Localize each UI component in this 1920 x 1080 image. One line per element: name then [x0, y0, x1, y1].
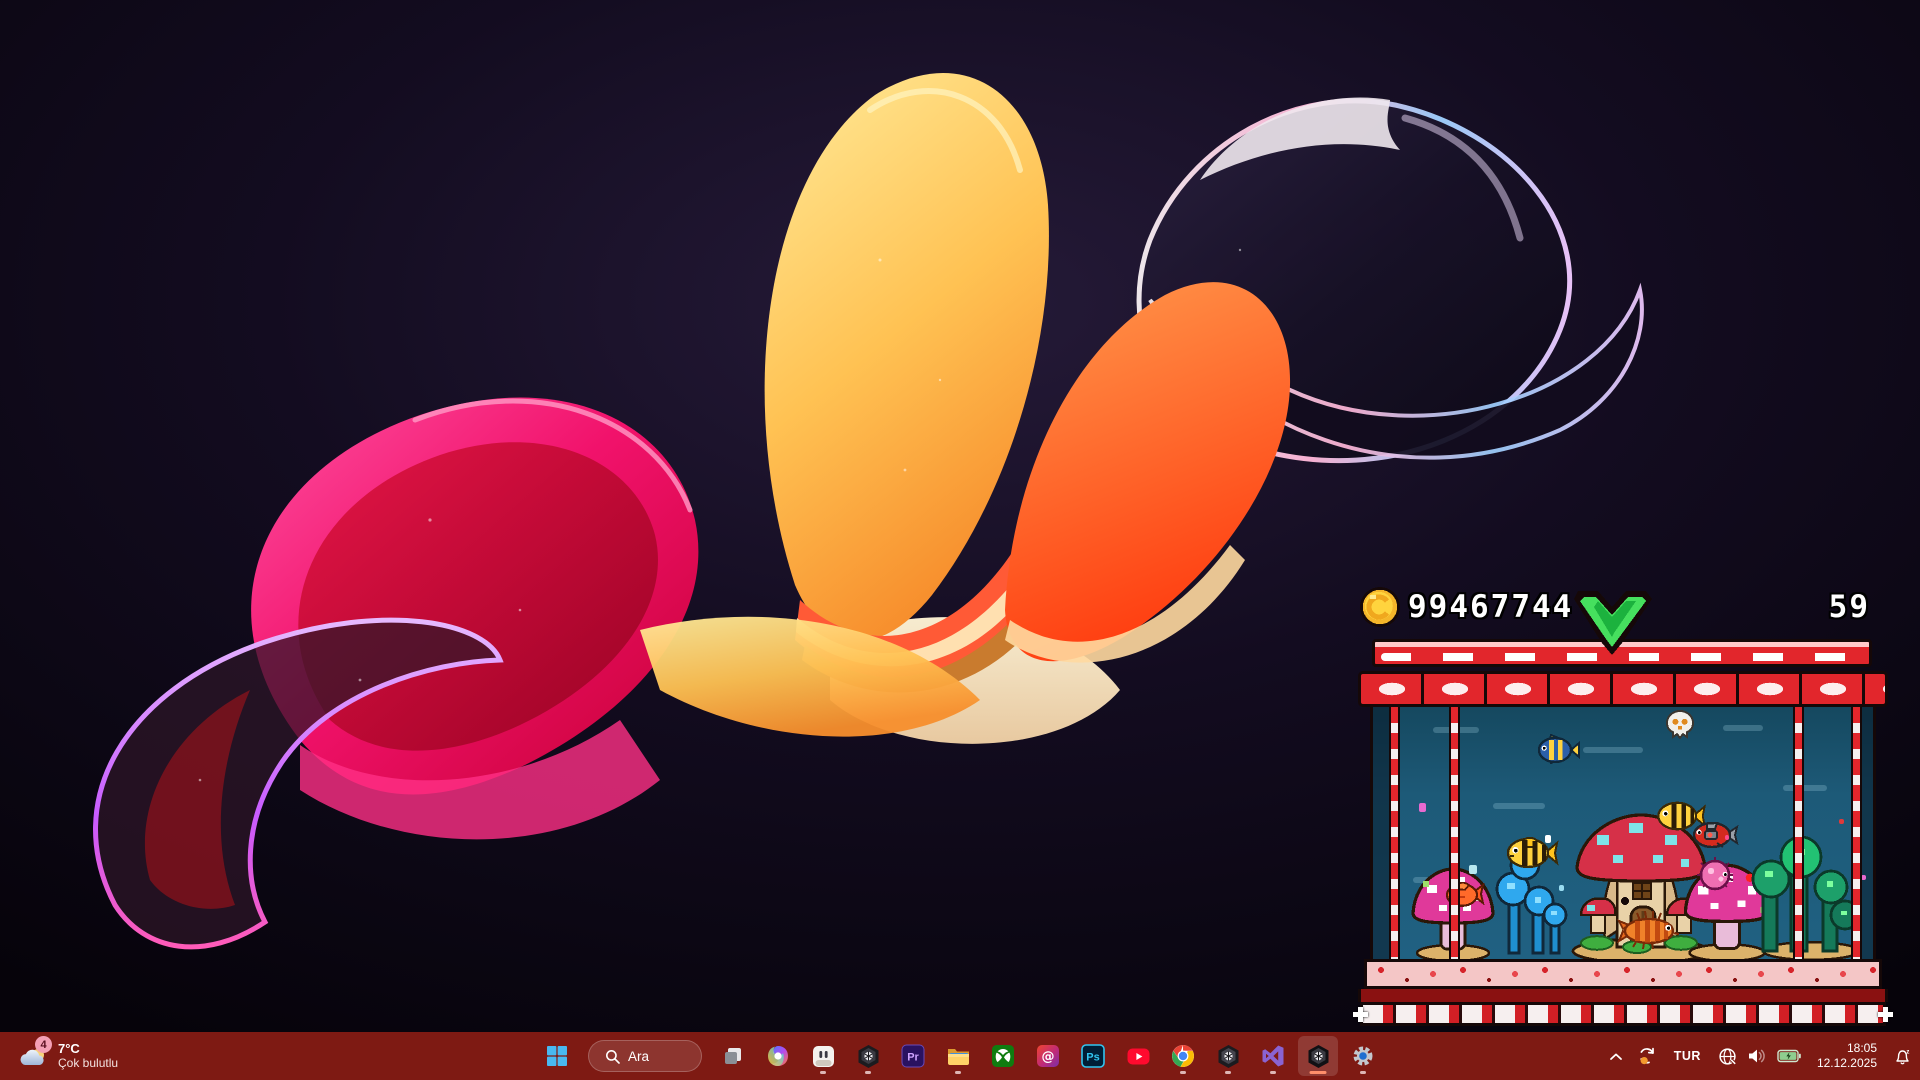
task-view-icon	[722, 1045, 744, 1067]
update-pending-button[interactable]	[1631, 1036, 1663, 1076]
unity-icon	[1216, 1044, 1241, 1069]
particle	[1469, 865, 1477, 874]
unity-editor-icon	[1306, 1044, 1331, 1069]
copilot-button[interactable]	[758, 1036, 798, 1076]
water-streak	[1723, 725, 1763, 731]
unity-editor-button[interactable]	[1298, 1036, 1338, 1076]
file-explorer-button[interactable]	[938, 1036, 978, 1076]
xbox-icon	[991, 1044, 1015, 1068]
tray-time: 18:05	[1817, 1041, 1877, 1056]
search-icon	[605, 1049, 620, 1064]
youtube-button[interactable]	[1118, 1036, 1158, 1076]
settings-button[interactable]	[1343, 1036, 1383, 1076]
tank-post	[1793, 707, 1804, 959]
particle	[1839, 819, 1844, 824]
chrome-button[interactable]	[1163, 1036, 1203, 1076]
angelfish	[1533, 731, 1581, 769]
folder-icon	[946, 1044, 971, 1069]
svg-text:Ps: Ps	[1086, 1052, 1099, 1064]
search-box[interactable]: Ara	[588, 1040, 702, 1072]
unity-hub-button[interactable]	[848, 1036, 888, 1076]
water-streak	[1493, 803, 1545, 809]
visual-studio-button[interactable]	[1253, 1036, 1293, 1076]
green-down-arrow-icon[interactable]	[1570, 583, 1656, 659]
system-tray: TUR	[1603, 1032, 1918, 1080]
battery-button[interactable]	[1771, 1036, 1807, 1076]
no-internet-icon	[1718, 1047, 1737, 1066]
coin-counter: 99467744	[1408, 589, 1573, 625]
unity-hub-icon	[856, 1044, 881, 1069]
tank-water	[1370, 707, 1876, 959]
copilot-icon	[766, 1044, 790, 1068]
pufferfish	[1695, 855, 1735, 893]
plus-ornament	[1353, 1007, 1368, 1022]
skull-bubble-icon	[1661, 709, 1699, 741]
water-streak	[1783, 785, 1827, 791]
taskbar: 4 7°C Çok bulutlu Ara	[0, 1032, 1920, 1080]
visual-studio-icon	[1261, 1044, 1285, 1068]
tank-base-stripes	[1360, 1002, 1886, 1026]
tank-shade-left	[1373, 707, 1389, 959]
lionfish	[1617, 907, 1683, 953]
volume-icon	[1747, 1047, 1767, 1065]
tank-post	[1389, 707, 1400, 959]
photoshop-button[interactable]: Ps	[1073, 1036, 1113, 1076]
robot-fish	[1691, 819, 1739, 851]
at-symbol-app-icon: @	[1036, 1044, 1060, 1068]
clock[interactable]: 18:05 12.12.2025	[1809, 1036, 1885, 1076]
network-status-button[interactable]	[1712, 1036, 1743, 1076]
photoshop-icon: Ps	[1081, 1044, 1105, 1068]
notification-bell-icon: z	[1893, 1047, 1912, 1066]
battery-charging-icon	[1777, 1049, 1801, 1063]
water-streak	[1583, 747, 1643, 753]
update-pending-icon	[1637, 1046, 1657, 1066]
premiere-pro-button[interactable]: Pr	[893, 1036, 933, 1076]
outlet-app-icon	[811, 1044, 836, 1069]
tray-date: 12.12.2025	[1817, 1056, 1877, 1071]
unity-button[interactable]	[1208, 1036, 1248, 1076]
plus-ornament	[1878, 1007, 1893, 1022]
particle	[1559, 885, 1564, 891]
gear-icon	[1351, 1044, 1375, 1068]
svg-text:@: @	[1042, 1050, 1055, 1065]
xbox-button[interactable]	[983, 1036, 1023, 1076]
chevron-up-icon	[1609, 1052, 1623, 1061]
premiere-pro-icon: Pr	[901, 1044, 925, 1068]
particle	[1419, 803, 1426, 812]
svg-text:z: z	[1906, 1049, 1909, 1055]
desktop: 99467744 59	[0, 0, 1920, 1080]
svg-text:Pr: Pr	[907, 1052, 919, 1064]
youtube-icon	[1126, 1044, 1151, 1069]
language-indicator[interactable]: TUR	[1665, 1036, 1710, 1076]
particle	[1545, 835, 1551, 843]
windows-logo-icon	[546, 1045, 568, 1067]
tank-post	[1449, 707, 1460, 959]
aquarium-widget[interactable]: 99467744 59	[1358, 583, 1888, 1031]
particle	[1725, 835, 1729, 840]
chrome-icon	[1171, 1044, 1195, 1068]
tank-post	[1851, 707, 1862, 959]
start-button[interactable]	[537, 1036, 577, 1076]
at-symbol-app-button[interactable]: @	[1028, 1036, 1068, 1076]
tray-overflow-button[interactable]	[1603, 1036, 1629, 1076]
notification-center-button[interactable]: z	[1887, 1036, 1918, 1076]
coin-icon	[1358, 585, 1402, 629]
tank-base-band	[1358, 989, 1888, 1002]
level-counter: 59	[1829, 589, 1870, 625]
tank-floor	[1364, 959, 1882, 989]
search-label: Ara	[628, 1049, 649, 1064]
outlet-app-button[interactable]	[803, 1036, 843, 1076]
volume-button[interactable]	[1741, 1036, 1773, 1076]
tank-candy-bar	[1358, 671, 1888, 707]
task-view-button[interactable]	[713, 1036, 753, 1076]
